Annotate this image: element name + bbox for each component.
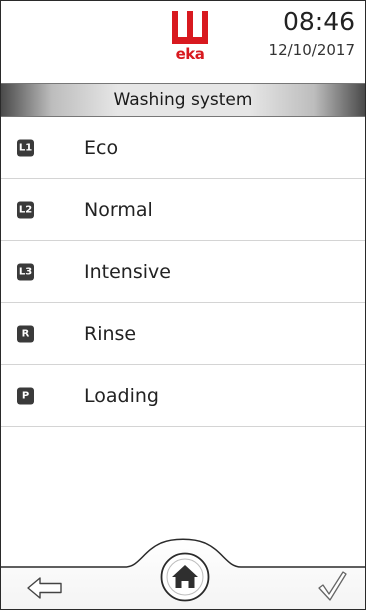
program-badge: L2 <box>17 201 34 218</box>
program-label: Loading <box>84 384 159 407</box>
program-item-rinse[interactable]: R Rinse <box>1 303 365 365</box>
logo-bars <box>172 11 208 45</box>
clock: 08:46 12/10/2017 <box>269 7 355 59</box>
eka-logo: eka <box>169 11 211 67</box>
back-button[interactable] <box>25 573 65 603</box>
home-icon <box>160 552 210 602</box>
program-badge: L1 <box>17 139 34 156</box>
program-label: Intensive <box>84 260 171 283</box>
page-title: Washing system <box>1 83 365 117</box>
program-item-loading[interactable]: P Loading <box>1 365 365 427</box>
program-item-normal[interactable]: L2 Normal <box>1 179 365 241</box>
date-display: 12/10/2017 <box>268 41 355 59</box>
arrow-left-outline-icon <box>27 577 62 599</box>
program-badge: R <box>17 325 34 342</box>
confirm-button[interactable] <box>317 569 347 603</box>
program-item-intensive[interactable]: L3 Intensive <box>1 241 365 303</box>
program-badge: L3 <box>17 263 34 280</box>
program-list: L1 Eco L2 Normal L3 Intensive R Rinse P … <box>1 117 365 427</box>
program-badge: P <box>17 387 34 404</box>
program-label: Eco <box>84 136 119 159</box>
program-label: Rinse <box>84 322 137 345</box>
header: eka 08:46 12/10/2017 <box>1 1 365 83</box>
program-item-eco[interactable]: L1 Eco <box>1 117 365 179</box>
screen: eka 08:46 12/10/2017 Washing system L1 E… <box>0 0 366 610</box>
checkmark-icon <box>318 571 347 601</box>
program-label: Normal <box>84 198 153 221</box>
home-button[interactable] <box>160 552 210 602</box>
time-display: 08:46 <box>282 7 355 36</box>
logo-wordmark: eka <box>175 45 205 63</box>
footer-nav <box>1 529 365 609</box>
